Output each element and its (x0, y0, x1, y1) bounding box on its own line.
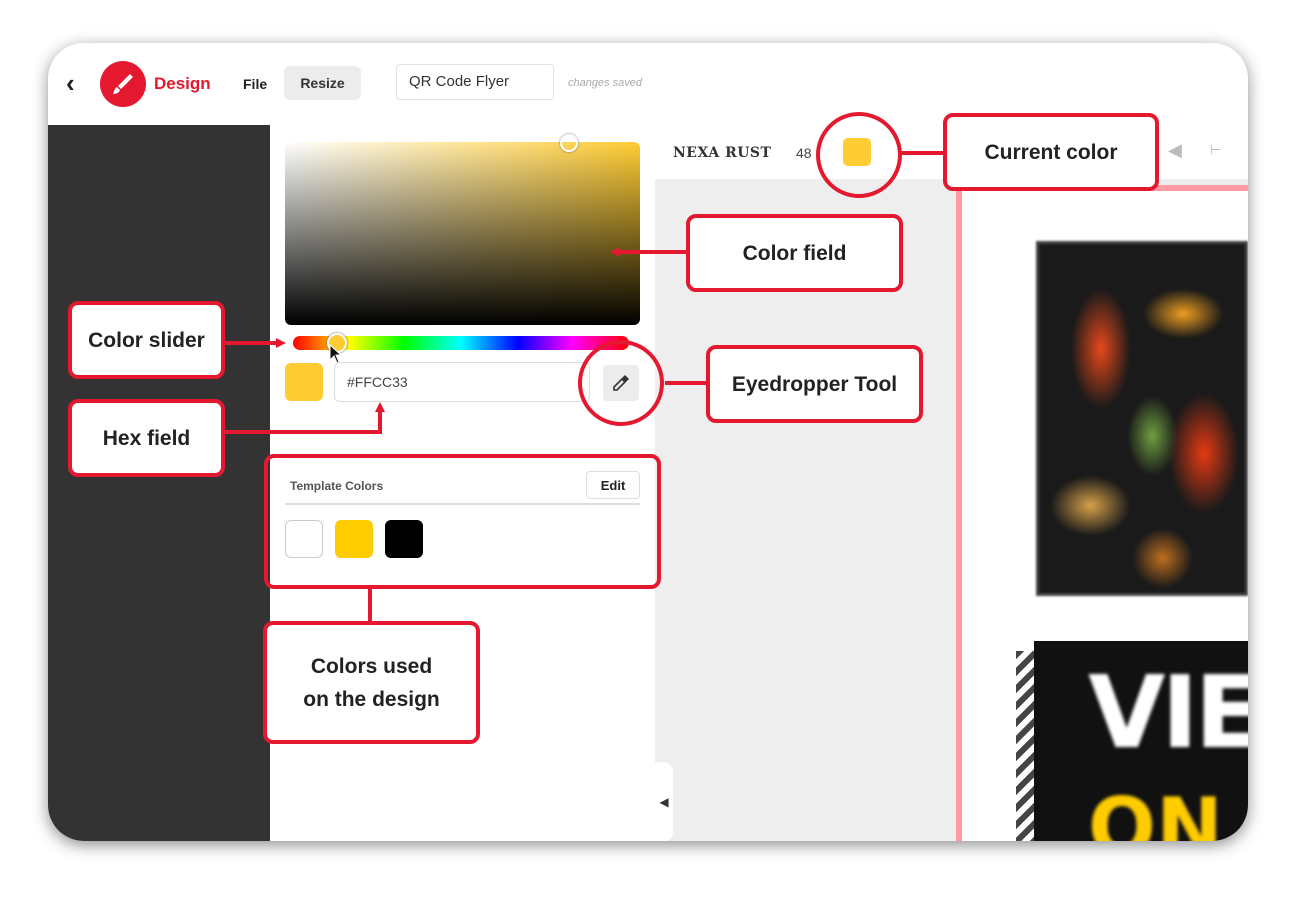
callout-eyedropper-tool: Eyedropper Tool (706, 345, 923, 423)
food-photo[interactable] (1036, 241, 1248, 596)
callout-current-color: Current color (943, 113, 1159, 191)
color-field[interactable] (285, 142, 640, 325)
spacing-icon[interactable]: ⊢ (1210, 142, 1221, 158)
promo-text-line2[interactable]: ON (1088, 788, 1223, 842)
template-colors-highlight (264, 454, 661, 589)
callout-hex-field: Hex field (68, 399, 225, 477)
font-name-select[interactable]: NEXA RUST (673, 145, 771, 161)
eyedropper-highlight (578, 340, 664, 426)
color-field-handle[interactable] (560, 134, 578, 152)
callout-colors-used: Colors used on the design (263, 621, 480, 744)
callout-colors-used-line1: Colors used (310, 654, 433, 678)
current-color-highlight (816, 112, 902, 198)
font-size-input[interactable]: 48 (796, 145, 812, 161)
callout-color-field: Color field (686, 214, 903, 292)
callout-color-slider: Color slider (68, 301, 225, 379)
current-color-swatch[interactable] (285, 363, 323, 401)
collapse-panel-tab[interactable]: ◀ (655, 762, 673, 841)
hex-field[interactable]: #FFCC33 (334, 362, 590, 402)
promo-text-line1[interactable]: VIEW (1088, 663, 1248, 763)
callout-colors-used-line2: on the design (303, 687, 440, 711)
left-rail (48, 125, 270, 841)
stripe-decoration (1016, 651, 1036, 841)
align-icon[interactable]: ◀ (1168, 140, 1182, 161)
